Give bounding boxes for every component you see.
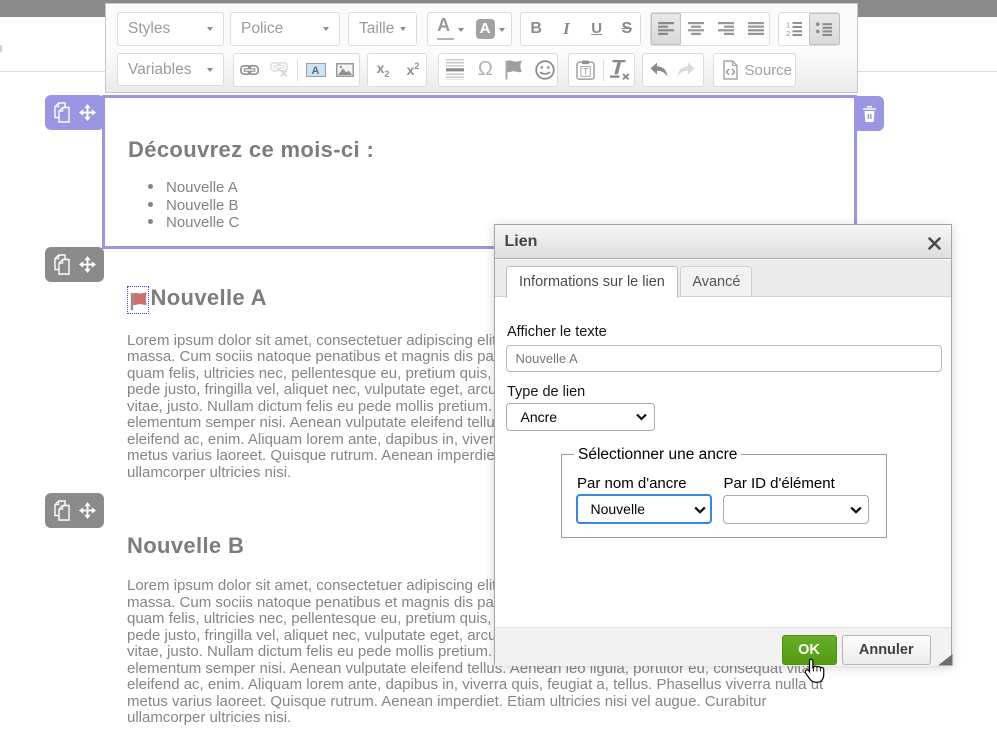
svg-text:T: T <box>583 66 589 76</box>
svg-text:A: A <box>311 65 319 77</box>
svg-text:2: 2 <box>786 29 790 36</box>
